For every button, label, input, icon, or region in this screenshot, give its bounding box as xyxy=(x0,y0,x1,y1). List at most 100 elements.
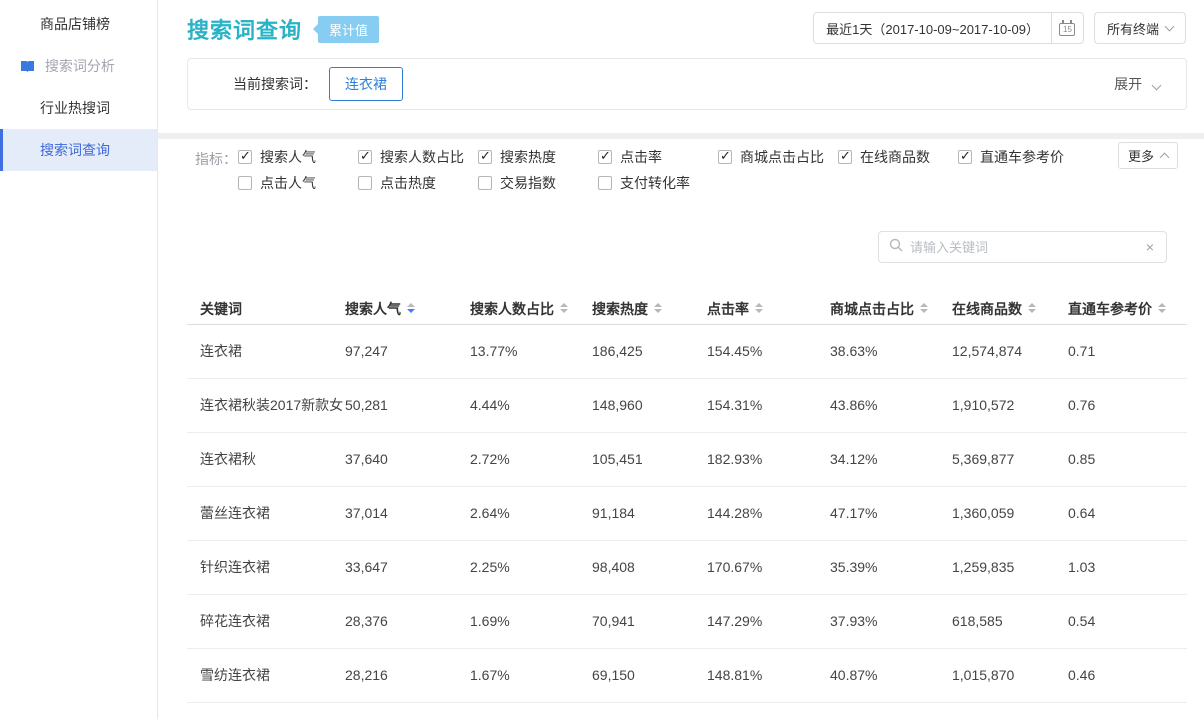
expand-toggle[interactable]: 展开 xyxy=(1114,74,1160,94)
table-row: 碎花连衣裙 28,376 1.69% 70,941 147.29% 37.93%… xyxy=(187,594,1187,648)
page-title: 搜索词查询 xyxy=(187,13,302,45)
keyword-link[interactable]: 连衣裙秋 xyxy=(187,432,345,486)
value-cell: 186,425 xyxy=(592,324,707,378)
value-cell: 37,014 xyxy=(345,486,470,540)
sort-icon[interactable] xyxy=(755,303,763,313)
value-cell: 35.39% xyxy=(830,540,952,594)
sidebar-item-industry-hot-words[interactable]: 行业热搜词 xyxy=(0,87,157,129)
sort-icon[interactable] xyxy=(560,303,568,313)
sort-icon[interactable] xyxy=(920,303,928,313)
keyword-link[interactable]: 蕾丝连衣裙 xyxy=(187,486,345,540)
checkbox-ztc-reference-price[interactable]: 直通车参考价 xyxy=(958,147,1078,167)
checkbox-checked-icon xyxy=(598,150,612,164)
value-cell: 182.93% xyxy=(707,432,830,486)
more-button[interactable]: 更多 xyxy=(1118,142,1178,169)
value-cell: 147.29% xyxy=(707,594,830,648)
value-cell: 38.63% xyxy=(830,324,952,378)
keyword-link[interactable]: 连衣裙秋装2017新款女 xyxy=(187,378,345,432)
col-header-online-products[interactable]: 在线商品数 xyxy=(952,294,1068,324)
expand-label: 展开 xyxy=(1114,76,1142,92)
table-header-row: 关键词 搜索人气 搜索人数占比 搜索热度 点击率 商城点击占比 在线商品数 直通… xyxy=(187,294,1187,324)
value-cell: 37.93% xyxy=(830,594,952,648)
value-cell: 2.25% xyxy=(470,540,592,594)
col-header-search-user-ratio[interactable]: 搜索人数占比 xyxy=(470,294,592,324)
checkbox-transaction-index[interactable]: 交易指数 xyxy=(478,173,598,193)
titlebar: 搜索词查询 累计值 xyxy=(187,13,379,45)
col-header-mall-click-ratio[interactable]: 商城点击占比 xyxy=(830,294,952,324)
col-header-search-heat[interactable]: 搜索热度 xyxy=(592,294,707,324)
keyword-cell: 连衣裙 xyxy=(187,324,345,378)
value-cell: 98,408 xyxy=(592,540,707,594)
value-cell: 1,259,835 xyxy=(952,540,1068,594)
terminal-selector-dropdown[interactable]: 所有终端 xyxy=(1094,12,1186,44)
sort-icon-active-desc[interactable] xyxy=(407,303,415,313)
value-cell: 1.69% xyxy=(470,594,592,648)
date-range-text: 最近1天（2017-10-09~2017-10-09） xyxy=(814,13,1051,43)
value-cell: 1,360,059 xyxy=(952,486,1068,540)
col-header-search-popularity[interactable]: 搜索人气 xyxy=(345,294,470,324)
table-row: 连衣裙秋 37,640 2.72% 105,451 182.93% 34.12%… xyxy=(187,432,1187,486)
sidebar: 商品店铺榜 搜索词分析 行业热搜词 搜索词查询 xyxy=(0,0,158,719)
value-cell: 70,941 xyxy=(592,594,707,648)
value-cell: 0.46 xyxy=(1068,648,1187,702)
value-cell: 105,451 xyxy=(592,432,707,486)
chevron-down-icon xyxy=(1165,22,1175,32)
value-cell: 154.31% xyxy=(707,378,830,432)
chevron-down-icon xyxy=(1152,81,1162,91)
checkbox-unchecked-icon xyxy=(478,176,492,190)
checkbox-checked-icon xyxy=(358,150,372,164)
value-cell: 2.64% xyxy=(470,486,592,540)
sort-icon[interactable] xyxy=(1028,303,1036,313)
sort-icon[interactable] xyxy=(1158,303,1166,313)
more-label: 更多 xyxy=(1128,146,1154,165)
checkbox-click-heat[interactable]: 点击热度 xyxy=(358,173,478,193)
value-cell: 0.54 xyxy=(1068,594,1187,648)
value-cell: 33,647 xyxy=(345,540,470,594)
date-range-picker[interactable]: 最近1天（2017-10-09~2017-10-09） 15 xyxy=(813,12,1084,44)
keyword-link[interactable]: 碎花连衣裙 xyxy=(187,594,345,648)
calendar-button[interactable]: 15 xyxy=(1051,13,1083,43)
checkbox-online-products[interactable]: 在线商品数 xyxy=(838,147,958,167)
sort-icon[interactable] xyxy=(654,303,662,313)
indicators-label: 指标： xyxy=(195,149,237,169)
value-cell: 1,015,870 xyxy=(952,648,1068,702)
value-cell: 2.72% xyxy=(470,432,592,486)
main-area: 搜索词查询 累计值 最近1天（2017-10-09~2017-10-09） 15… xyxy=(158,0,1204,719)
checkbox-mall-click-ratio[interactable]: 商城点击占比 xyxy=(718,147,838,167)
checkbox-click-popularity[interactable]: 点击人气 xyxy=(238,173,358,193)
value-cell: 154.45% xyxy=(707,324,830,378)
table-row: 蕾丝连衣裙 37,014 2.64% 91,184 144.28% 47.17%… xyxy=(187,486,1187,540)
value-cell: 28,216 xyxy=(345,648,470,702)
checkbox-search-user-ratio[interactable]: 搜索人数占比 xyxy=(358,147,478,167)
sidebar-item-goods-shop-rank[interactable]: 商品店铺榜 xyxy=(0,3,157,45)
current-search-term-button[interactable]: 连衣裙 xyxy=(329,67,403,101)
indicators-row-1: 搜索人气 搜索人数占比 搜索热度 点击率 商城点击占比 在线商品数 直通车参考价 xyxy=(238,147,1078,167)
checkbox-search-popularity[interactable]: 搜索人气 xyxy=(238,147,358,167)
chevron-up-icon xyxy=(1160,152,1170,162)
value-cell: 1.67% xyxy=(470,648,592,702)
keyword-search-input[interactable] xyxy=(910,240,1144,255)
sidebar-item-search-word-query[interactable]: 搜索词查询 xyxy=(0,129,157,171)
value-cell: 50,281 xyxy=(345,378,470,432)
value-cell: 1.03 xyxy=(1068,540,1187,594)
sidebar-item-label: 行业热搜词 xyxy=(40,100,110,116)
checkbox-payment-conversion[interactable]: 支付转化率 xyxy=(598,173,718,193)
value-cell: 12,574,874 xyxy=(952,324,1068,378)
checkbox-unchecked-icon xyxy=(358,176,372,190)
value-cell: 5,369,877 xyxy=(952,432,1068,486)
col-header-click-rate[interactable]: 点击率 xyxy=(707,294,830,324)
value-cell: 34.12% xyxy=(830,432,952,486)
terminal-selector-value: 所有终端 xyxy=(1107,19,1159,38)
sidebar-item-search-word-analysis[interactable]: 搜索词分析 xyxy=(0,45,157,87)
checkbox-click-rate[interactable]: 点击率 xyxy=(598,147,718,167)
clear-input-icon[interactable]: × xyxy=(1144,239,1156,255)
value-cell: 40.87% xyxy=(830,648,952,702)
value-cell: 148.81% xyxy=(707,648,830,702)
col-header-ztc-price[interactable]: 直通车参考价 xyxy=(1068,294,1187,324)
keyword-link[interactable]: 针织连衣裙 xyxy=(187,540,345,594)
value-cell: 170.67% xyxy=(707,540,830,594)
keyword-link[interactable]: 雪纺连衣裙 xyxy=(187,648,345,702)
value-cell: 97,247 xyxy=(345,324,470,378)
top-right-controls: 最近1天（2017-10-09~2017-10-09） 15 所有终端 xyxy=(813,12,1186,44)
checkbox-search-heat[interactable]: 搜索热度 xyxy=(478,147,598,167)
